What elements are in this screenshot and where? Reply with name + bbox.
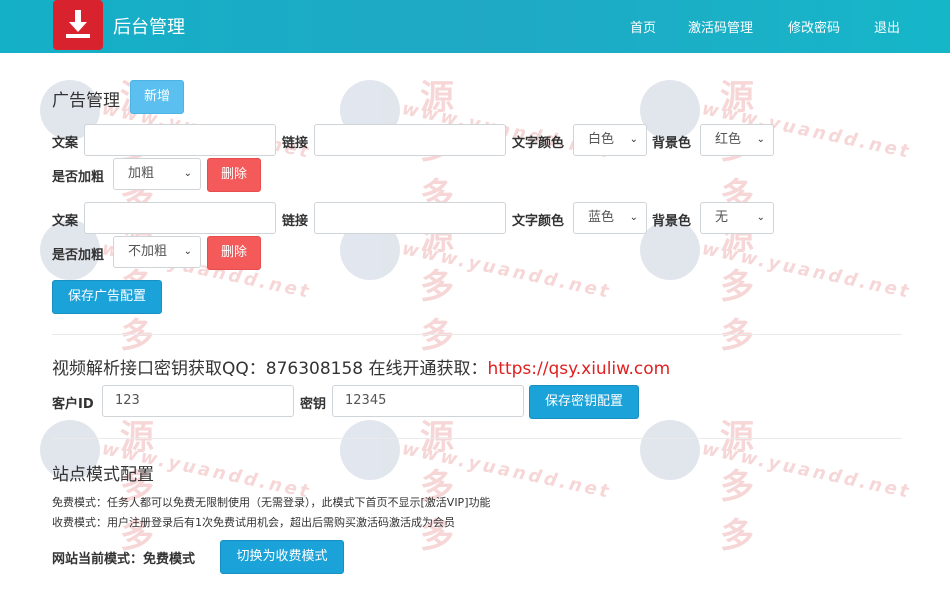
download-logo-icon[interactable] (53, 0, 103, 50)
delete-ad-button[interactable]: 删除 (207, 158, 261, 192)
nav-logout[interactable]: 退出 (874, 17, 900, 36)
ad-bg-value: 红色 (715, 132, 742, 147)
ad-link-label: 链接 (282, 214, 309, 229)
chevron-down-icon: ⌄ (756, 212, 765, 223)
ad-link-input[interactable] (314, 202, 506, 234)
current-mode-label: 网站当前模式：免费模式 (52, 552, 196, 567)
ad-bg-value: 无 (715, 210, 729, 225)
nav-change-password[interactable]: 修改密码 (788, 17, 840, 36)
ad-bold-label: 是否加粗 (52, 170, 105, 185)
nav-home[interactable]: 首页 (630, 17, 656, 36)
free-mode-description: 免费模式：任务人都可以免费无限制使用（无需登录），此模式下首页不显示[激活VIP… (52, 496, 491, 509)
chevron-down-icon: ⌄ (183, 168, 192, 179)
save-key-button[interactable]: 保存密钥配置 (529, 385, 639, 419)
chevron-down-icon: ⌄ (183, 246, 192, 257)
mode-section-title: 站点模式配置 (52, 465, 154, 485)
nav-activation-codes[interactable]: 激活码管理 (688, 17, 753, 36)
api-link[interactable]: https://qsy.xiuliw.com (488, 359, 671, 379)
ad-bold-value: 不加粗 (128, 244, 168, 259)
client-id-label: 客户ID (52, 397, 94, 412)
ad-text-label: 文案 (52, 136, 79, 151)
ad-link-input[interactable] (314, 124, 506, 156)
ad-text-label: 文案 (52, 214, 79, 229)
api-title-text: 视频解析接口密钥获取QQ：876308158 在线开通获取： (52, 359, 488, 379)
api-key-input[interactable]: 12345 (332, 385, 524, 417)
top-header: 后台管理 首页 激活码管理 修改密码 退出 (0, 0, 950, 53)
ad-text-input[interactable] (84, 202, 276, 234)
ad-color-select[interactable]: 蓝色 ⌄ (573, 202, 647, 234)
ad-link-label: 链接 (282, 136, 309, 151)
api-section-title: 视频解析接口密钥获取QQ：876308158 在线开通获取：https://qs… (52, 354, 670, 379)
ad-bg-label: 背景色 (652, 136, 692, 151)
paid-mode-description: 收费模式：用户注册登录后有1次免费试用机会，超出后需购买激活码激活成为会员 (52, 516, 455, 529)
brand-title: 后台管理 (113, 17, 185, 38)
add-ad-button[interactable]: 新增 (130, 80, 184, 114)
save-ads-button[interactable]: 保存广告配置 (52, 280, 162, 314)
api-key-label: 密钥 (300, 397, 327, 412)
switch-mode-button[interactable]: 切换为收费模式 (220, 540, 344, 574)
ad-bold-select[interactable]: 加粗 ⌄ (113, 158, 201, 190)
ad-color-value: 蓝色 (588, 210, 615, 225)
divider (52, 334, 902, 335)
client-id-input[interactable]: 123 (102, 385, 294, 417)
ad-text-input[interactable] (84, 124, 276, 156)
ad-bold-select[interactable]: 不加粗 ⌄ (113, 236, 201, 268)
ad-color-label: 文字颜色 (512, 214, 565, 229)
ad-bold-value: 加粗 (128, 166, 155, 181)
ads-section-title: 广告管理 (52, 91, 120, 111)
chevron-down-icon: ⌄ (629, 134, 638, 145)
ad-bg-label: 背景色 (652, 214, 692, 229)
ad-bold-label: 是否加粗 (52, 248, 105, 263)
delete-ad-button[interactable]: 删除 (207, 236, 261, 270)
ad-bg-select[interactable]: 红色 ⌄ (700, 124, 774, 156)
chevron-down-icon: ⌄ (629, 212, 638, 223)
ad-color-select[interactable]: 白色 ⌄ (573, 124, 647, 156)
ad-color-label: 文字颜色 (512, 136, 565, 151)
ad-bg-select[interactable]: 无 ⌄ (700, 202, 774, 234)
chevron-down-icon: ⌄ (756, 134, 765, 145)
divider (52, 438, 902, 439)
ad-color-value: 白色 (588, 132, 615, 147)
